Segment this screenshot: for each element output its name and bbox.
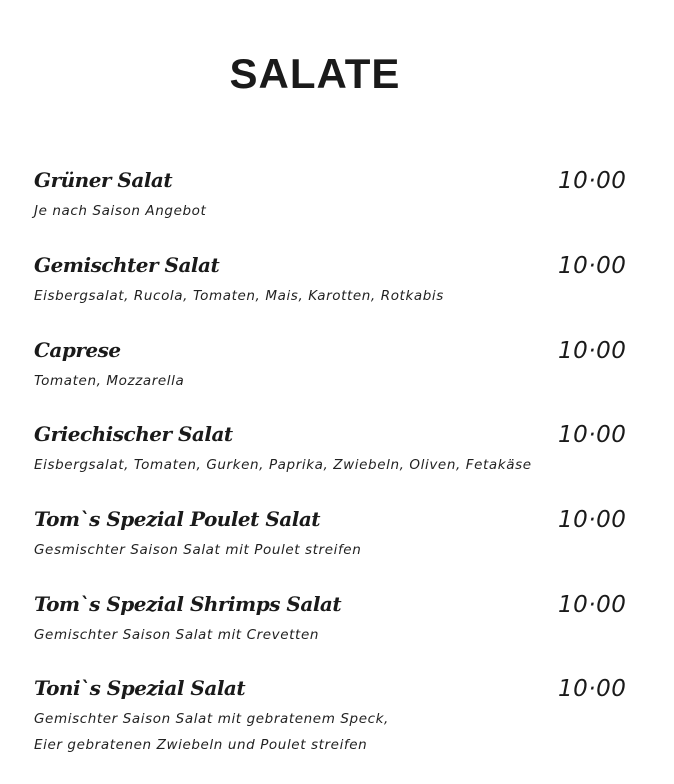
item-price: 10·00 bbox=[558, 592, 627, 618]
item-price: 10·00 bbox=[558, 676, 627, 702]
item-description: Tomaten, Mozzarella bbox=[34, 373, 185, 389]
item-name: Caprese bbox=[34, 338, 121, 362]
item-name: Griechischer Salat bbox=[34, 422, 233, 446]
item-name: Tom`s Spezial Shrimps Salat bbox=[34, 592, 342, 616]
menu-item: Tom`s Spezial Poulet Salat 10·00 Gesmisc… bbox=[34, 507, 634, 563]
menu-item: Griechischer Salat 10·00 Eisbergsalat, T… bbox=[34, 422, 634, 478]
menu-item: Tom`s Spezial Shrimps Salat 10·00 Gemisc… bbox=[34, 592, 634, 648]
item-price: 10·00 bbox=[558, 168, 627, 194]
item-description: Eisbergsalat, Tomaten, Gurken, Paprika, … bbox=[34, 457, 532, 473]
item-description: Je nach Saison Angebot bbox=[34, 203, 207, 219]
menu-item: Grüner Salat 10·00 Je nach Saison Angebo… bbox=[34, 168, 634, 224]
item-name: Tom`s Spezial Poulet Salat bbox=[34, 507, 321, 531]
item-price: 10·00 bbox=[558, 338, 627, 364]
menu-item: Toni`s Spezial Salat 10·00 Gemischter Sa… bbox=[34, 676, 634, 758]
item-name: Toni`s Spezial Salat bbox=[34, 676, 246, 700]
page-title: SALATE bbox=[229, 50, 401, 97]
item-price: 10·00 bbox=[558, 422, 627, 448]
item-name: Grüner Salat bbox=[34, 168, 173, 192]
item-price: 10·00 bbox=[558, 507, 627, 533]
item-description: Gemischter Saison Salat mit gebratenem S… bbox=[34, 706, 634, 758]
item-description-line: Gemischter Saison Salat mit gebratenem S… bbox=[34, 711, 389, 727]
menu-item: Caprese 10·00 Tomaten, Mozzarella bbox=[34, 338, 634, 394]
item-description: Gesmischter Saison Salat mit Poulet stre… bbox=[34, 542, 362, 558]
item-price: 10·00 bbox=[558, 253, 627, 279]
item-description-line: Eier gebratenen Zwiebeln und Poulet stre… bbox=[34, 737, 368, 753]
item-description: Gemischter Saison Salat mit Crevetten bbox=[34, 627, 320, 643]
item-description: Eisbergsalat, Rucola, Tomaten, Mais, Kar… bbox=[34, 288, 444, 304]
item-name: Gemischter Salat bbox=[34, 253, 220, 277]
menu-item: Gemischter Salat 10·00 Eisbergsalat, Ruc… bbox=[34, 253, 634, 309]
